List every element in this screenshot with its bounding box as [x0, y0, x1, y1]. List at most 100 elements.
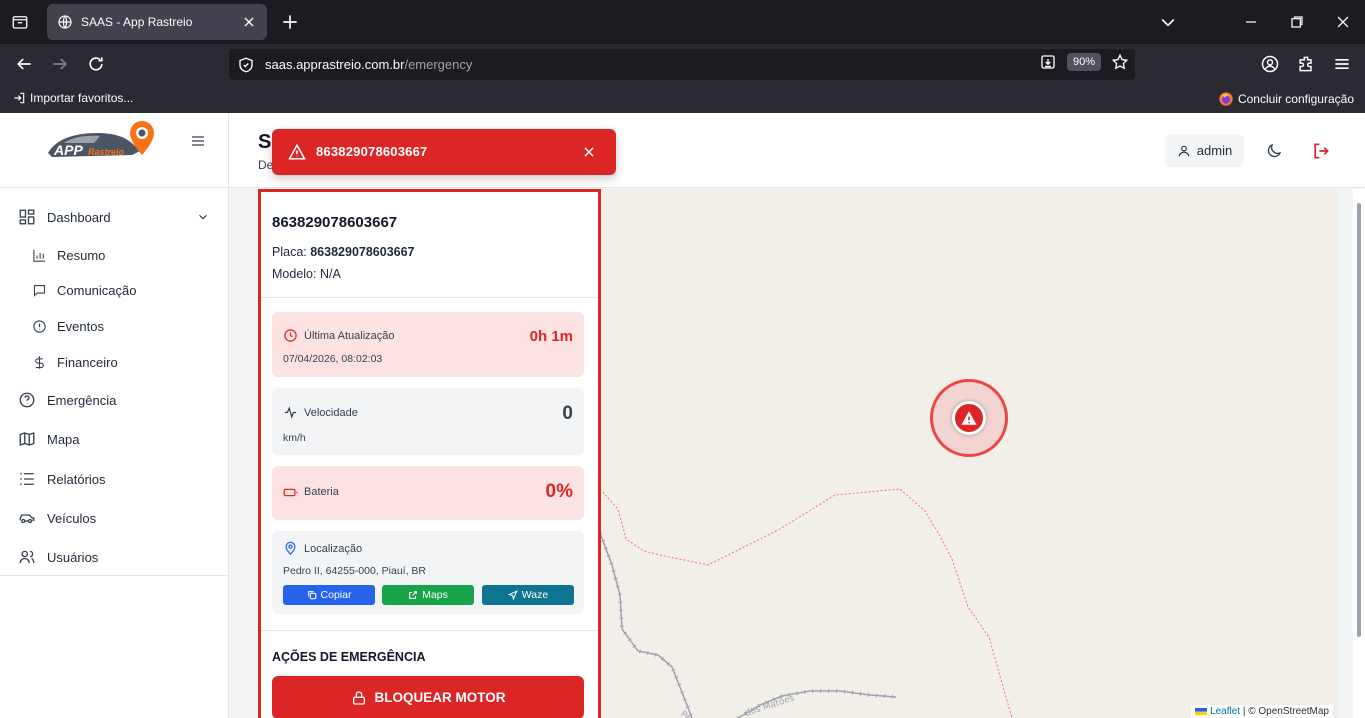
- emergency-toast: 863829078603667: [272, 129, 616, 175]
- svg-text:Rastreio: Rastreio: [88, 147, 125, 157]
- moon-icon[interactable]: [1265, 142, 1283, 160]
- url-domain: saas.apprastreio.com.br: [265, 57, 405, 72]
- alert-circle-icon: [33, 319, 46, 333]
- actions-divider: [261, 630, 598, 631]
- zoom-level-badge[interactable]: 90%: [1066, 53, 1101, 71]
- speed-label: Velocidade: [304, 407, 358, 419]
- plate-label: Placa:: [272, 245, 307, 259]
- sidebar-item-resumo[interactable]: Resumo: [0, 241, 228, 269]
- app-logo[interactable]: APP Rastreio: [42, 115, 160, 163]
- clock-icon: [284, 329, 297, 342]
- svg-text:APP: APP: [53, 142, 83, 158]
- browser-navbar: saas.apprastreio.com.br/emergency 90%: [0, 44, 1365, 85]
- account-icon[interactable]: [1260, 54, 1280, 74]
- map-view[interactable]: Pedro dos Matões Leaflet | © OpenStreetM…: [600, 189, 1337, 718]
- globe-icon: [58, 15, 72, 29]
- bookmark-star-icon[interactable]: [1111, 53, 1129, 71]
- last-update-value: 0h 1m: [529, 328, 573, 345]
- block-engine-label: BLOQUEAR MOTOR: [374, 690, 506, 705]
- import-icon: [14, 92, 25, 104]
- tab-title: SAAS - App Rastreio: [81, 15, 193, 29]
- block-engine-button[interactable]: BLOQUEAR MOTOR: [272, 676, 584, 718]
- tab-list-icon[interactable]: [8, 10, 32, 34]
- finish-setup-link[interactable]: Concluir configuração: [1218, 91, 1354, 107]
- scrollbar-thumb[interactable]: [1357, 203, 1361, 637]
- back-icon[interactable]: [14, 54, 34, 74]
- speed-card: Velocidade 0 km/h: [272, 388, 584, 455]
- sidebar-item-label: Financeiro: [57, 354, 118, 370]
- user-menu-button[interactable]: admin: [1165, 134, 1244, 167]
- lock-icon: [352, 690, 365, 705]
- open-waze-button[interactable]: Waze: [482, 585, 574, 605]
- message-icon: [33, 284, 46, 297]
- osm-attribution: | © OpenStreetMap: [1242, 706, 1329, 717]
- user-name: admin: [1196, 143, 1233, 158]
- browser-tabbar: SAAS - App Rastreio: [0, 0, 1365, 44]
- bar-chart-icon: [33, 249, 46, 262]
- users-icon: [19, 550, 35, 564]
- shield-icon[interactable]: [237, 56, 255, 74]
- close-tab-icon[interactable]: [241, 14, 257, 30]
- marker-core: [952, 401, 986, 435]
- import-bookmarks-link[interactable]: Importar favoritos...: [12, 91, 133, 105]
- sidebar-item-dashboard[interactable]: Dashboard: [0, 202, 228, 232]
- browser-tab-active[interactable]: SAAS - App Rastreio: [47, 4, 267, 40]
- sidebar-item-label: Eventos: [57, 318, 104, 334]
- ukraine-flag-icon: [1195, 707, 1208, 715]
- finish-setup-label: Concluir configuração: [1237, 92, 1354, 106]
- sidebar-item-financeiro[interactable]: Financeiro: [0, 348, 228, 376]
- sidebar-item-label: Comunicação: [57, 282, 137, 298]
- page-scrollbar[interactable]: [1353, 189, 1365, 718]
- forward-icon[interactable]: [50, 54, 70, 74]
- minimize-icon[interactable]: [1241, 12, 1261, 32]
- sidebar-item-emergencia[interactable]: Emergência: [0, 385, 228, 415]
- leaflet-link[interactable]: Leaflet: [1210, 706, 1240, 717]
- close-icon[interactable]: [582, 145, 596, 159]
- logout-icon[interactable]: [1311, 141, 1331, 161]
- sidebar-item-mapa[interactable]: Mapa: [0, 424, 228, 454]
- reload-icon[interactable]: [86, 54, 106, 74]
- open-maps-button[interactable]: Maps: [382, 585, 474, 605]
- external-link-icon: [409, 591, 418, 599]
- close-window-icon[interactable]: [1333, 12, 1353, 32]
- battery-value: 0%: [545, 481, 573, 502]
- sidebar-divider: [0, 575, 228, 576]
- dashboard-icon: [19, 209, 35, 225]
- emergency-marker[interactable]: [930, 379, 1008, 457]
- menu-icon[interactable]: [1332, 54, 1352, 74]
- emergency-panel: 863829078603667 Placa: 863829078603667 M…: [258, 189, 601, 718]
- new-tab-icon[interactable]: [280, 12, 300, 32]
- device-info: 863829078603667 Placa: 863829078603667 M…: [261, 192, 598, 298]
- restore-icon[interactable]: [1287, 12, 1307, 32]
- copy-label: Copiar: [320, 589, 352, 601]
- logo-area: APP Rastreio: [0, 113, 228, 188]
- web-page: APP Rastreio Dashboard Resumo Comunicaçã…: [0, 113, 1365, 718]
- activity-icon: [284, 406, 297, 419]
- chevron-down-icon[interactable]: [1158, 12, 1178, 32]
- download-page-icon[interactable]: [1039, 53, 1057, 71]
- sidebar-item-eventos[interactable]: Eventos: [0, 312, 228, 340]
- sidebar-item-comunicacao[interactable]: Comunicação: [0, 276, 228, 304]
- map-pin-icon: [285, 541, 296, 555]
- location-label: Localização: [304, 543, 363, 555]
- extensions-icon[interactable]: [1296, 54, 1316, 74]
- battery-label: Bateria: [304, 486, 339, 498]
- waze-label: Waze: [521, 589, 549, 601]
- sidebar-item-veiculos[interactable]: Veículos: [0, 503, 228, 533]
- sidebar-item-relatorios[interactable]: Relatórios: [0, 464, 228, 494]
- warning-icon: [288, 143, 306, 160]
- hamburger-icon[interactable]: [190, 133, 206, 149]
- map-icon: [19, 432, 35, 446]
- url-bar[interactable]: saas.apprastreio.com.br/emergency 90%: [229, 49, 1135, 80]
- plate-value: 863829078603667: [310, 245, 415, 259]
- sidebar-item-label: Mapa: [47, 431, 80, 447]
- speed-unit: km/h: [283, 432, 306, 444]
- map-attribution: Leaflet | © OpenStreetMap: [1191, 705, 1333, 718]
- copy-location-button[interactable]: Copiar: [283, 585, 375, 605]
- sidebar-item-label: Resumo: [57, 247, 106, 263]
- chevron-down-icon[interactable]: [196, 210, 210, 224]
- sidebar-item-usuarios[interactable]: Usuários: [0, 542, 228, 572]
- copy-icon: [307, 591, 316, 600]
- url-text[interactable]: saas.apprastreio.com.br/emergency: [265, 57, 472, 72]
- maps-label: Maps: [422, 589, 448, 601]
